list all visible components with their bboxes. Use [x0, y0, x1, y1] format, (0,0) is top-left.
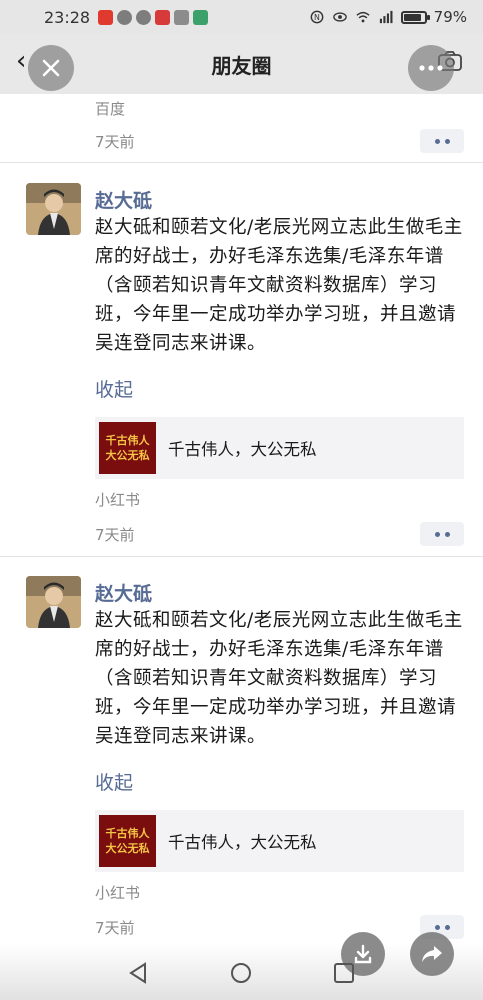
status-bar: 23:28 N 79% [0, 0, 483, 34]
close-icon [42, 59, 60, 77]
share-button[interactable] [410, 932, 454, 976]
more-icon [419, 65, 443, 71]
book-icon [174, 9, 190, 25]
more-button[interactable] [408, 45, 454, 91]
dot-icon [444, 138, 450, 144]
share-icon [422, 946, 442, 962]
back-nav-icon[interactable] [128, 962, 148, 984]
status-time: 23:28 [44, 7, 91, 27]
thumb-line: 大公无私 [105, 449, 150, 462]
red-app-icon [98, 9, 114, 25]
post-time: 7天前 [95, 919, 135, 937]
wechat-icon [117, 9, 133, 25]
nfc-icon: N [310, 10, 324, 24]
post-text: 赵大砥和颐若文化/老辰光网立志此生做毛主席的好战士，办好毛泽东选集/毛泽东年谱（… [95, 610, 463, 747]
thumb-line: 千古伟人 [105, 434, 150, 447]
post-time: 7天前 [95, 526, 135, 544]
dot-icon [444, 924, 450, 930]
collapse-link[interactable]: 收起 [95, 768, 133, 795]
avatar[interactable] [26, 183, 81, 235]
dot-icon [434, 138, 440, 144]
post-source[interactable]: 小红书 [95, 882, 140, 903]
post-time: 7天前 [95, 133, 135, 151]
download-icon [354, 944, 372, 964]
signal-icon [379, 10, 393, 24]
dot-icon [434, 531, 440, 537]
avatar[interactable] [26, 576, 81, 628]
divider [0, 162, 483, 163]
eye-icon [332, 12, 347, 22]
shared-link-card[interactable]: 千古伟人 大公无私 千古伟人，大公无私 [95, 417, 464, 479]
wifi-icon [356, 11, 370, 23]
shared-link-card[interactable]: 千古伟人 大公无私 千古伟人，大公无私 [95, 810, 464, 872]
thumb-line: 大公无私 [105, 842, 150, 855]
thumb-line: 千古伟人 [105, 827, 150, 840]
comment-like-button[interactable] [420, 129, 464, 153]
close-button[interactable] [28, 45, 74, 91]
card-title: 千古伟人，大公无私 [168, 440, 317, 459]
post-username[interactable]: 赵大砥 [95, 579, 152, 606]
card-title: 千古伟人，大公无私 [168, 833, 317, 852]
comment-like-button[interactable] [420, 522, 464, 546]
status-indicators: N 79% [309, 8, 467, 26]
battery-percent: 79% [433, 8, 467, 26]
post-source: 百度 [95, 100, 126, 118]
post-source[interactable]: 小红书 [95, 489, 140, 510]
green-app-icon [193, 9, 209, 25]
recents-nav-icon[interactable] [333, 962, 355, 984]
red-book-icon [155, 9, 171, 25]
divider [0, 556, 483, 557]
card-thumbnail: 千古伟人 大公无私 [99, 815, 156, 867]
battery-icon [400, 10, 430, 24]
card-thumbnail: 千古伟人 大公无私 [99, 422, 156, 474]
post-text: 赵大砥和颐若文化/老辰光网立志此生做毛主席的好战士，办好毛泽东选集/毛泽东年谱（… [95, 217, 463, 354]
dot-icon [444, 531, 450, 537]
post-username[interactable]: 赵大砥 [95, 186, 152, 213]
dot-icon [434, 924, 440, 930]
wechat-icon [136, 9, 152, 25]
collapse-link[interactable]: 收起 [95, 375, 133, 402]
home-nav-icon[interactable] [230, 962, 252, 984]
notification-icons [98, 9, 209, 25]
svg-text:N: N [314, 13, 320, 22]
